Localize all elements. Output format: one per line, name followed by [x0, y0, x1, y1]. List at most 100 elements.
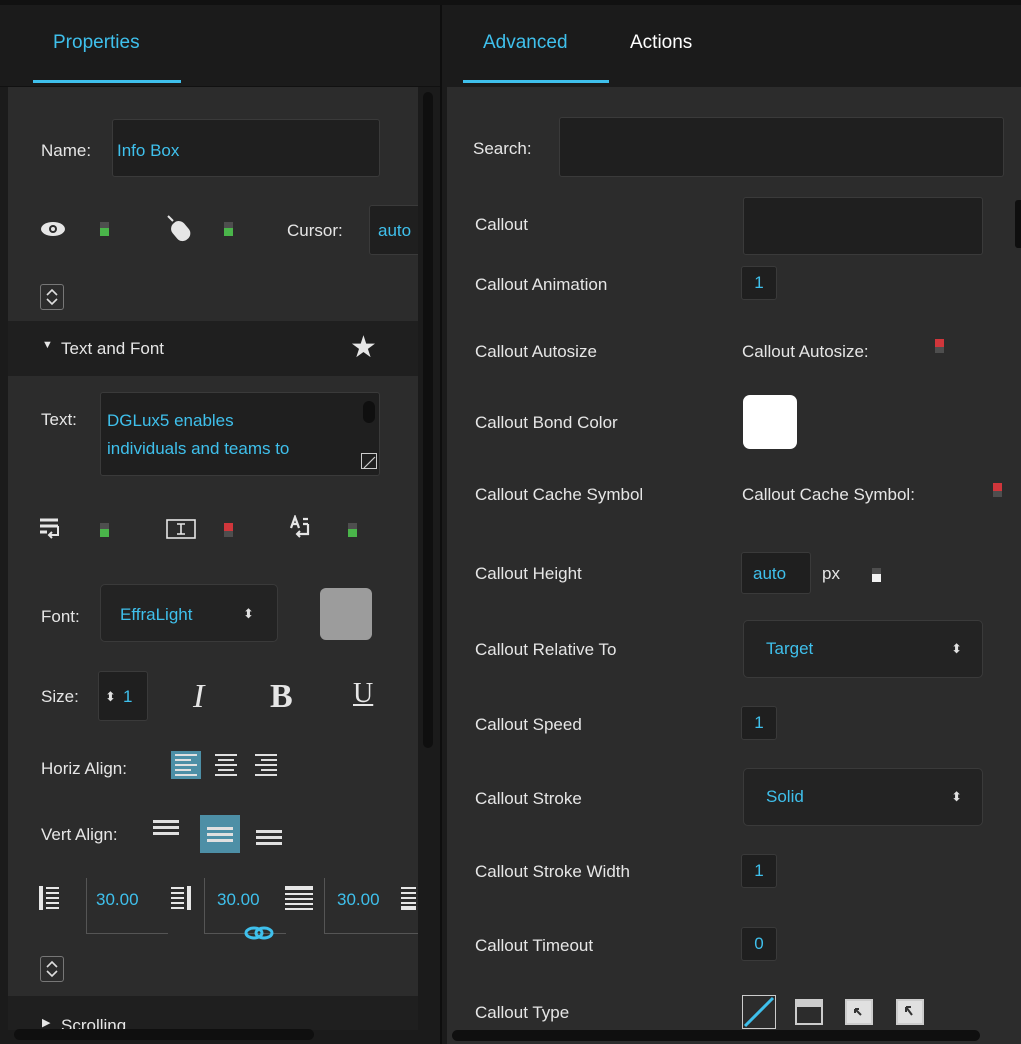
align-right-button[interactable] [251, 751, 281, 779]
prop-callout-label: Callout [475, 215, 528, 234]
callout-cache-symbol-indicator[interactable] [993, 483, 1002, 497]
mouse-icon[interactable] [164, 214, 196, 244]
search-input[interactable] [559, 117, 1004, 177]
callout-type-arrow-alt-icon[interactable] [896, 999, 924, 1025]
section-scrolling-header[interactable]: ▶ Scrolling [8, 996, 418, 1030]
callout-height-indicator[interactable] [872, 568, 881, 582]
underline-button[interactable]: U [353, 678, 373, 710]
text-label: Text: [41, 410, 77, 429]
callout-stroke-value: Solid [766, 787, 804, 806]
visibility-eye-icon[interactable] [40, 219, 66, 239]
text-field[interactable]: DGLux5 enables individuals and teams to [100, 392, 380, 476]
callout-autosize-inline-label: Callout Autosize: [742, 342, 869, 361]
valign-top-icon [153, 819, 179, 835]
tab-actions[interactable]: Actions [630, 32, 692, 54]
align-center-button[interactable] [211, 751, 241, 779]
vert-align-label: Vert Align: [41, 825, 118, 844]
mouse-enabled-indicator[interactable] [224, 222, 233, 236]
callout-type-header-icon[interactable] [795, 999, 823, 1025]
align-right-icon [255, 754, 277, 776]
padding-left-icon [38, 885, 60, 911]
collapse-toggle-button[interactable] [40, 956, 64, 982]
valign-top-button[interactable] [151, 813, 181, 841]
disclosure-triangle-icon: ▶ [42, 1017, 51, 1029]
advanced-horizontal-scrollbar[interactable] [452, 1030, 980, 1041]
italic-button[interactable]: I [193, 678, 204, 716]
padding-right-icon [170, 885, 192, 911]
padding-left-value: 30.00 [96, 890, 139, 909]
align-left-button[interactable] [171, 751, 201, 779]
favorite-star-icon[interactable]: ★ [350, 333, 377, 363]
callout-height-field[interactable]: auto [741, 552, 811, 594]
prop-callout-type-label: Callout Type [475, 1003, 570, 1022]
visibility-indicator[interactable] [100, 222, 109, 236]
cursor-value: auto [378, 221, 412, 240]
callout-autosize-indicator[interactable] [935, 339, 944, 353]
resize-grip-icon[interactable] [361, 453, 377, 469]
text-scroll-thumb[interactable] [363, 401, 375, 423]
font-color-swatch[interactable] [320, 588, 372, 640]
properties-panel: Name: Info Box Cursor: auto ▼ Text and F… [8, 87, 418, 1030]
prop-callout-height-label: Callout Height [475, 564, 582, 583]
word-wrap-icon[interactable] [38, 517, 64, 541]
section-text-and-font-header[interactable]: ▼ Text and Font ★ [8, 321, 418, 376]
callout-cache-symbol-inline-label: Callout Cache Symbol: [742, 485, 915, 504]
name-field[interactable]: Info Box [112, 119, 380, 177]
callout-type-diagonal-icon[interactable] [742, 995, 776, 1029]
text-input-icon[interactable] [166, 517, 196, 541]
padding-left-field[interactable]: 30.00 [86, 878, 168, 934]
bold-button[interactable]: B [270, 678, 293, 716]
autosize-text-icon[interactable] [288, 513, 316, 543]
callout-field[interactable] [743, 197, 983, 255]
disclosure-triangle-icon: ▼ [42, 339, 53, 351]
prop-callout-cache-symbol-label: Callout Cache Symbol [475, 485, 644, 504]
callout-stroke-select[interactable]: Solid ⬍ [743, 768, 983, 826]
callout-animation-field[interactable]: 1 [741, 266, 777, 300]
autosize-indicator[interactable] [348, 523, 357, 537]
callout-stroke-width-field[interactable]: 1 [741, 854, 777, 888]
advanced-vertical-scrollbar[interactable] [1015, 200, 1021, 248]
panel-divider[interactable] [440, 5, 442, 1044]
valign-bottom-icon [256, 829, 282, 845]
align-left-icon [175, 754, 197, 776]
size-label: Size: [41, 687, 79, 706]
updown-arrows-icon: ⬍ [951, 641, 962, 656]
tab-properties[interactable]: Properties [53, 32, 140, 54]
search-label: Search: [473, 139, 532, 158]
name-label: Name: [41, 141, 92, 160]
padding-bottom-icon [400, 885, 416, 911]
collapse-toggle-button[interactable] [40, 284, 64, 310]
callout-height-value: auto [753, 564, 787, 583]
size-stepper[interactable]: ⬍ 1 [98, 671, 148, 721]
tab-advanced[interactable]: Advanced [483, 32, 568, 54]
link-icon[interactable] [244, 925, 274, 941]
advanced-panel: Search: Callout Callout Animation 1 Call… [447, 87, 1021, 1044]
properties-horizontal-scrollbar[interactable] [14, 1029, 314, 1040]
callout-bond-color-swatch[interactable] [743, 395, 797, 449]
advanced-tab-bar: Advanced Actions [442, 5, 1021, 87]
prop-callout-timeout-label: Callout Timeout [475, 936, 594, 955]
prop-callout-bond-color-label: Callout Bond Color [475, 413, 618, 432]
text-value-line2: individuals and teams to [107, 439, 290, 458]
updown-arrows-icon[interactable]: ⬍ [105, 689, 116, 705]
section-title: Text and Font [61, 339, 165, 358]
font-select[interactable]: EffraLight ⬍ [100, 584, 278, 642]
padding-top-icon [284, 885, 314, 911]
properties-vertical-scrollbar[interactable] [423, 92, 433, 748]
valign-bottom-button[interactable] [254, 823, 284, 851]
section-title: Scrolling [61, 1016, 127, 1030]
callout-relative-to-select[interactable]: Target ⬍ [743, 620, 983, 678]
tab-properties-underline [33, 80, 181, 83]
padding-top-value: 30.00 [217, 890, 260, 909]
valign-middle-button[interactable] [200, 815, 240, 853]
cursor-label: Cursor: [287, 221, 343, 240]
callout-timeout-field[interactable]: 0 [741, 927, 777, 961]
callout-speed-field[interactable]: 1 [741, 706, 777, 740]
prop-callout-stroke-label: Callout Stroke [475, 789, 582, 808]
updown-arrows-icon: ⬍ [243, 606, 254, 621]
word-wrap-indicator[interactable] [100, 523, 109, 537]
cursor-field[interactable]: auto [369, 205, 418, 255]
callout-type-arrow-icon[interactable] [845, 999, 873, 1025]
text-input-indicator[interactable] [224, 523, 233, 537]
prop-callout-speed-label: Callout Speed [475, 715, 582, 734]
